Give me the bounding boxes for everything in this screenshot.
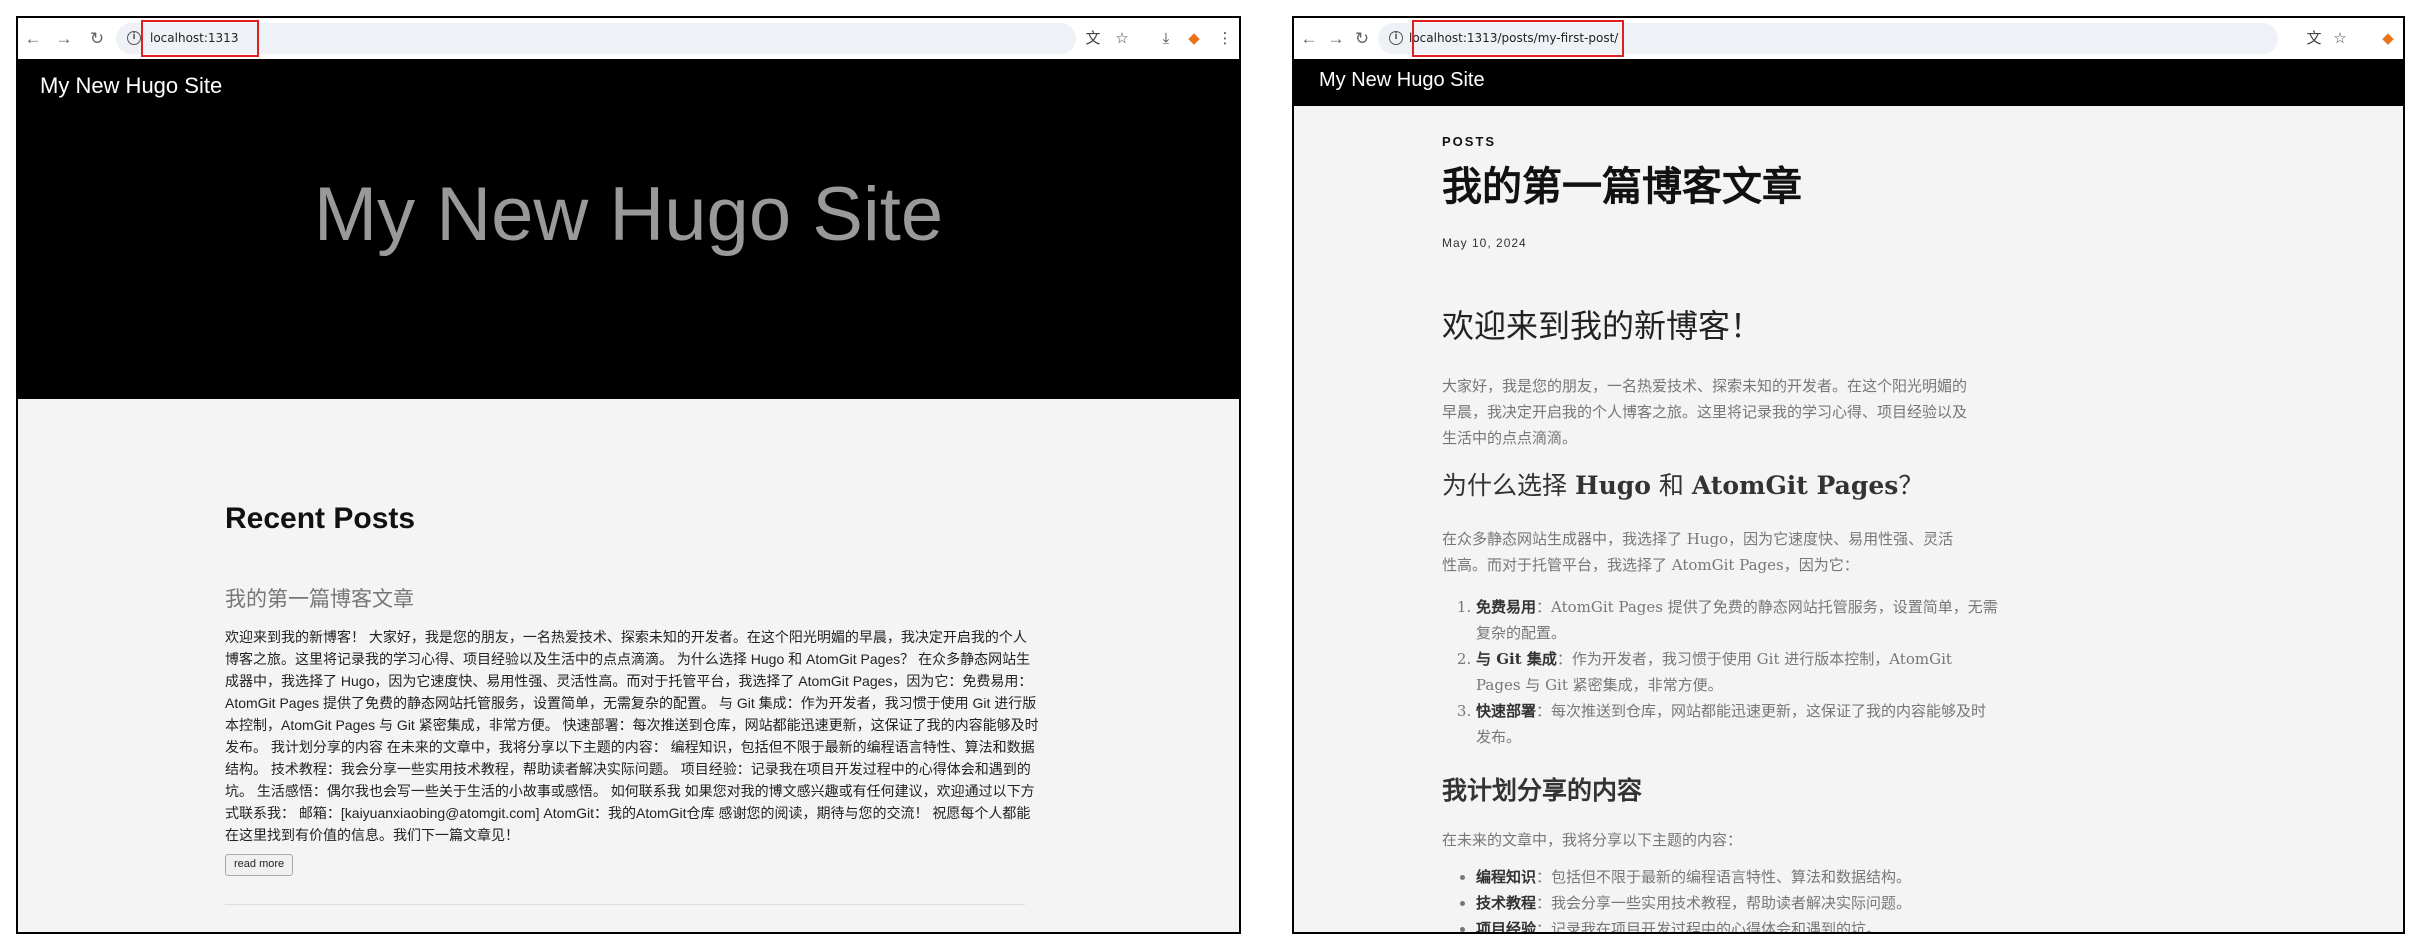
list-item-text: ：我会分享一些实用技术教程，帮助读者解决实际问题。 — [1536, 894, 1912, 912]
more-vertical-icon[interactable]: ⋮ — [1216, 29, 1234, 47]
list-item-label: 快速部署 — [1476, 702, 1537, 720]
topics-list: 编程知识：包括但不限于最新的编程语言特性、算法和数据结构。 技术教程：我会分享一… — [1442, 864, 2001, 932]
list-item: 与 Git 集成：作为开发者，我习惯于使用 Git 进行版本控制，AtomGit… — [1476, 646, 2001, 698]
arrow-left-icon[interactable]: ← — [24, 30, 42, 48]
recent-posts-heading: Recent Posts — [225, 502, 416, 535]
article-heading-why: 为什么选择 Hugo 和 AtomGit Pages？ — [1442, 466, 1967, 502]
reload-icon[interactable]: ↻ — [88, 30, 106, 48]
translate-icon[interactable]: 文 — [1084, 29, 1102, 47]
fox-icon[interactable]: ◆ — [2379, 29, 2397, 47]
list-item-label: 与 Git 集成 — [1476, 650, 1557, 668]
list-item: 快速部署：每次推送到仓库，网站都能迅速更新，这保证了我的内容能够及时发布。 — [1476, 698, 2001, 750]
browser-toolbar: ← → ↻ i localhost:1313/posts/my-first-po… — [1294, 18, 2403, 60]
reload-icon[interactable]: ↻ — [1353, 30, 1371, 48]
list-item-text: ：包括但不限于最新的编程语言特性、算法和数据结构。 — [1536, 868, 1912, 886]
browser-toolbar: ← → ↻ i localhost:1313 文 ☆ ⤓ ◆ ⋮ — [18, 18, 1239, 60]
list-item: 项目经验：记录我在项目开发过程中的心得体会和遇到的坑。 — [1476, 916, 2001, 932]
browser-window-left: ← → ↻ i localhost:1313 文 ☆ ⤓ ◆ ⋮ My New … — [16, 16, 1241, 934]
arrow-left-icon[interactable]: ← — [1300, 30, 1318, 48]
list-item-label: 项目经验 — [1476, 920, 1537, 932]
hero-title: My New Hugo Site — [313, 172, 944, 257]
site-title-link[interactable]: My New Hugo Site — [1319, 69, 1485, 92]
url-highlight-box — [1412, 20, 1624, 57]
article-paragraph: 大家好，我是您的朋友，一名热爱技术、探索未知的开发者。在这个阳光明媚的早晨，我决… — [1442, 377, 1968, 447]
list-item: 编程知识：包括但不限于最新的编程语言特性、算法和数据结构。 — [1476, 864, 2001, 890]
list-item: 技术教程：我会分享一些实用技术教程，帮助读者解决实际问题。 — [1476, 890, 2001, 916]
heading-text: 为什么选择 — [1442, 471, 1575, 500]
star-icon[interactable]: ☆ — [2331, 29, 2349, 47]
list-item: 免费易用：AtomGit Pages 提供了免费的静态网站托管服务，设置简单，无… — [1476, 594, 2001, 646]
heading-text: 和 — [1650, 471, 1692, 500]
page-content: My New Hugo Site My New Hugo Site Recent… — [18, 59, 1239, 932]
section-label: POSTS — [1442, 134, 1497, 149]
divider — [225, 904, 1025, 905]
star-icon[interactable]: ☆ — [1113, 29, 1131, 47]
article-paragraph: 在未来的文章中，我将分享以下主题的内容： — [1442, 831, 1743, 849]
browser-window-right: ← → ↻ i localhost:1313/posts/my-first-po… — [1292, 16, 2405, 934]
address-bar[interactable]: i localhost:1313 — [116, 23, 1076, 54]
site-title-link[interactable]: My New Hugo Site — [40, 73, 222, 99]
list-item-label: 技术教程 — [1476, 894, 1537, 912]
info-icon[interactable]: i — [127, 31, 141, 45]
arrow-right-icon[interactable]: → — [1327, 30, 1345, 48]
list-item-text: ：记录我在项目开发过程中的心得体会和遇到的坑。 — [1536, 920, 1882, 932]
page-content: My New Hugo Site POSTS 我的第一篇博客文章 May 10,… — [1294, 59, 2403, 932]
fox-icon[interactable]: ◆ — [1185, 29, 1203, 47]
read-more-button[interactable]: read more — [225, 854, 294, 876]
list-item-text: ：每次推送到仓库，网站都能迅速更新，这保证了我的内容能够及时发布。 — [1476, 702, 1987, 746]
arrow-right-icon[interactable]: → — [55, 30, 73, 48]
article-heading-plan: 我计划分享的内容 — [1442, 776, 1643, 805]
article-heading-welcome: 欢迎来到我的新博客！ — [1442, 307, 1763, 345]
article-title: 我的第一篇博客文章 — [1442, 165, 1802, 209]
post-title-link[interactable]: 我的第一篇博客文章 — [225, 583, 414, 613]
post-excerpt: 欢迎来到我的新博客！ 大家好，我是您的朋友，一名热爱技术、探索未知的开发者。在这… — [225, 629, 1039, 843]
list-item-label: 编程知识 — [1476, 868, 1537, 886]
heading-text: Hugo — [1574, 471, 1651, 500]
download-icon[interactable]: ⤓ — [1157, 29, 1175, 47]
heading-text: AtomGit Pages — [1691, 471, 1899, 500]
list-item-label: 免费易用 — [1476, 598, 1537, 616]
article-paragraph: 在众多静态网站生成器中，我选择了 Hugo，因为它速度快、易用性强、灵活性高。而… — [1442, 530, 1954, 574]
heading-text: ？ — [1898, 471, 1924, 500]
url-highlight-box — [141, 20, 259, 57]
list-item-text: ：AtomGit Pages 提供了免费的静态网站托管服务，设置简单，无需复杂的… — [1476, 598, 1998, 642]
site-header: My New Hugo Site — [1294, 59, 2403, 106]
translate-icon[interactable]: 文 — [2305, 29, 2323, 47]
article-date: May 10, 2024 — [1442, 236, 1527, 250]
info-icon[interactable]: i — [1389, 31, 1403, 45]
site-hero: My New Hugo Site My New Hugo Site — [18, 59, 1239, 399]
reasons-list: 免费易用：AtomGit Pages 提供了免费的静态网站托管服务，设置简单，无… — [1442, 594, 2001, 750]
